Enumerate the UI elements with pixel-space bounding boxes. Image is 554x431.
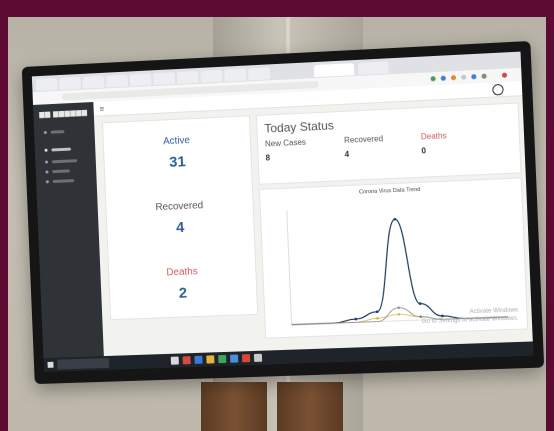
new-cases-value: 8 — [265, 153, 271, 163]
today-status-card: Today Status New Cases 8 Recovered 4 Dea… — [255, 102, 522, 185]
sidebar-item[interactable] — [43, 128, 89, 136]
sidebar-item-label — [51, 159, 78, 164]
app-icon[interactable] — [253, 353, 263, 362]
browser-tab[interactable] — [176, 70, 199, 84]
task-view-icon[interactable] — [170, 356, 179, 365]
today-deaths-value: 0 — [421, 146, 427, 156]
sidebar-item-label — [52, 169, 70, 174]
app-icon[interactable] — [230, 354, 239, 363]
recovered-value: 4 — [175, 218, 185, 237]
sidebar: ▆▆ ▆▆▆▆▆▆ — [33, 102, 104, 359]
extension-icon[interactable] — [481, 73, 487, 79]
sidebar-item[interactable] — [45, 177, 91, 185]
browser-tab[interactable] — [35, 78, 58, 91]
bullet-icon — [45, 180, 49, 184]
tv-stand-left — [201, 382, 267, 431]
new-cases-label: New Cases — [264, 137, 307, 149]
folder-icon[interactable] — [206, 355, 215, 364]
trend-chart-card: Corona Virus Data Trend Activate Windows… — [258, 177, 529, 339]
sidebar-item[interactable] — [44, 146, 90, 154]
activate-windows-watermark: Activate Windows Go to Settings to activ… — [421, 306, 519, 326]
extension-icon[interactable] — [450, 75, 457, 81]
sidebar-item[interactable] — [45, 167, 90, 175]
browser-tab[interactable] — [105, 74, 128, 88]
bullet-icon — [44, 148, 48, 152]
today-deaths-label: Deaths — [420, 131, 447, 142]
browser-tab-active[interactable] — [313, 63, 355, 78]
brand-logo: ▆▆ ▆▆▆▆▆▆ — [39, 109, 88, 119]
taskbar-search-box[interactable] — [57, 357, 110, 370]
app-icon[interactable] — [194, 355, 203, 364]
browser-tab[interactable] — [357, 61, 389, 75]
sidebar-item-label — [50, 130, 65, 134]
extension-icon[interactable] — [430, 76, 436, 82]
browser-tab[interactable] — [224, 68, 247, 82]
sidebar-item-label — [51, 147, 71, 152]
chart-point-0-3 — [354, 317, 358, 321]
deaths-value: 2 — [178, 284, 188, 302]
app-icon[interactable] — [182, 356, 191, 365]
browser-tab[interactable] — [200, 69, 223, 83]
app-icon[interactable] — [241, 354, 251, 363]
browser-tab[interactable] — [59, 76, 82, 90]
bullet-icon — [45, 170, 49, 174]
app-icon[interactable] — [218, 354, 227, 364]
chart-point-2-5 — [397, 306, 400, 310]
profile-icon[interactable] — [501, 72, 508, 78]
bullet-icon — [43, 130, 47, 135]
summary-card: Active 31 Recovered 4 Deaths 2 — [102, 115, 259, 321]
today-recovered-value: 4 — [344, 149, 350, 159]
browser-tab[interactable] — [82, 75, 105, 89]
today-recovered-label: Recovered — [343, 134, 384, 145]
tv-display: ▆▆ ▆▆▆▆▆▆ ≡ Active 31 Recovered 4 Deaths… — [21, 40, 545, 385]
deaths-label: Deaths — [166, 266, 198, 279]
chart-point-0-6 — [418, 302, 422, 305]
chart-point-1-5 — [397, 312, 401, 316]
browser-tab[interactable] — [247, 67, 271, 81]
extension-icon[interactable] — [461, 74, 467, 80]
today-status-title: Today Status — [264, 118, 335, 136]
browser-tab[interactable] — [153, 72, 176, 86]
browser-tab[interactable] — [129, 73, 152, 87]
bullet-icon — [45, 160, 49, 164]
windows-start-icon[interactable] — [47, 361, 54, 368]
user-icon[interactable] — [492, 83, 504, 96]
chart-y-axis — [286, 210, 292, 325]
chart-point-1-4 — [376, 316, 379, 320]
sidebar-item-label — [52, 179, 75, 184]
sidebar-item[interactable] — [45, 158, 90, 166]
hamburger-icon[interactable]: ≡ — [99, 104, 104, 113]
tv-screen: ▆▆ ▆▆▆▆▆▆ ≡ Active 31 Recovered 4 Deaths… — [31, 51, 534, 372]
active-label: Active — [162, 135, 191, 148]
tv-stand-right — [277, 382, 343, 431]
extension-icon[interactable] — [440, 75, 446, 81]
extension-icon[interactable] — [471, 74, 477, 80]
windows-taskbar — [43, 341, 534, 372]
recovered-label: Recovered — [155, 200, 204, 214]
active-value: 31 — [168, 153, 187, 171]
